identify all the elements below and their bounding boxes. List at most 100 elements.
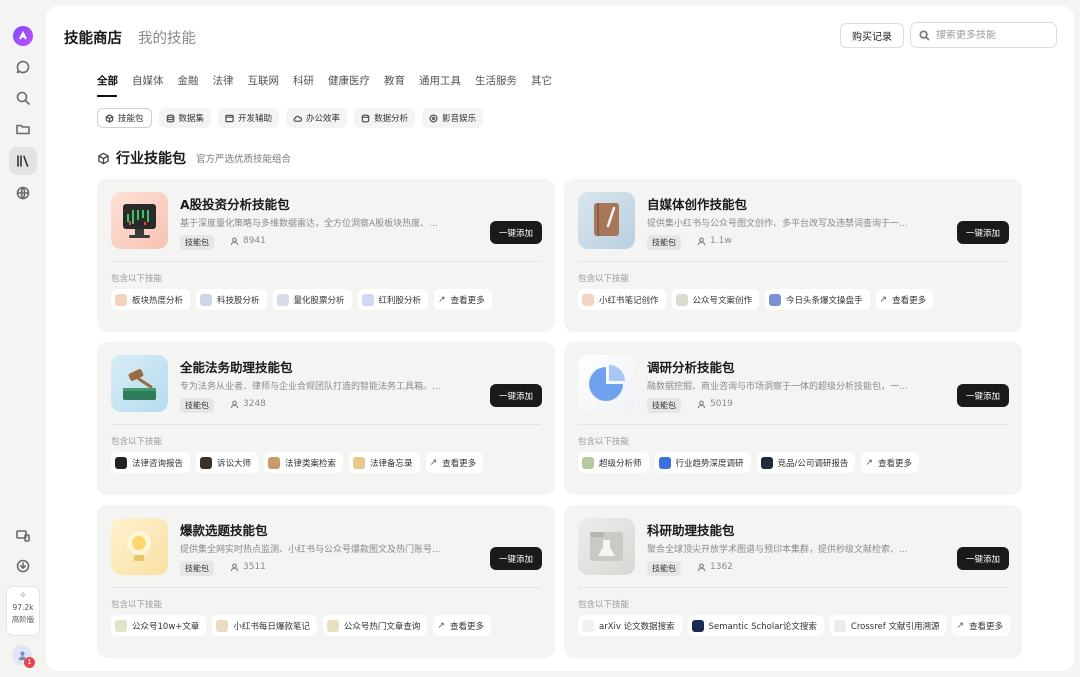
hot-note-icon bbox=[216, 619, 229, 632]
tab-education[interactable]: 教育 bbox=[377, 74, 412, 96]
skill-chip[interactable]: 法律备忘录 bbox=[349, 452, 420, 473]
includes-label: 包含以下技能 bbox=[111, 274, 163, 284]
card-title: 科研助理技能包 bbox=[647, 523, 735, 538]
view-more-link[interactable]: ↗ 查看更多 bbox=[425, 452, 484, 473]
skill-pack-card[interactable]: 爆款选题技能包 提供集全网实时热点监测、小红书与公众号爆款图文及热门账号... … bbox=[97, 505, 555, 658]
chip-analytics[interactable]: 数据分析 bbox=[354, 108, 416, 128]
includes-label: 包含以下技能 bbox=[578, 274, 630, 284]
purchase-records-button[interactable]: 购买记录 bbox=[840, 23, 904, 48]
view-more-link[interactable]: ↗ 查看更多 bbox=[434, 289, 492, 310]
skill-list: arXiv 论文数据搜索 Semantic Scholar论文搜索 Crossr… bbox=[578, 615, 1011, 636]
tab-other[interactable]: 其它 bbox=[524, 74, 559, 96]
skill-chip[interactable]: 红利股分析 bbox=[357, 289, 429, 310]
library-icon[interactable] bbox=[9, 147, 37, 175]
skill-chip[interactable]: 超级分析师 bbox=[578, 452, 649, 473]
cloud-icon bbox=[293, 115, 303, 122]
chat-icon[interactable] bbox=[9, 53, 37, 81]
chip-dev[interactable]: 开发辅助 bbox=[218, 108, 280, 128]
category-tabs: 全部 自媒体 金融 法律 互联网 科研 健康医疗 教育 通用工具 生活服务 其它 bbox=[97, 74, 559, 96]
folder-icon[interactable] bbox=[9, 115, 37, 143]
skill-chip[interactable]: 公众号10w+文章 bbox=[111, 615, 207, 636]
add-button[interactable]: 一键添加 bbox=[957, 221, 1009, 244]
crossref-icon bbox=[833, 619, 846, 632]
query-icon bbox=[326, 619, 339, 632]
chip-dataset[interactable]: 数据集 bbox=[158, 108, 212, 128]
devices-icon[interactable] bbox=[9, 522, 37, 550]
skill-list: 法律咨询报告 诉讼大师 法律类案检索 法律备忘录 ↗ 查看更多 bbox=[111, 452, 484, 473]
view-more-link[interactable]: ↗ 查看更多 bbox=[875, 289, 934, 310]
arrow-up-right-icon: ↗ bbox=[437, 620, 445, 631]
tab-my-skills[interactable]: 我的技能 bbox=[138, 27, 196, 48]
coin-icon bbox=[361, 293, 374, 306]
add-button[interactable]: 一键添加 bbox=[490, 547, 542, 570]
points-widget[interactable]: ✧ 97.2k 高阶版 bbox=[6, 586, 40, 636]
add-button[interactable]: 一键添加 bbox=[490, 384, 542, 407]
skill-pack-card[interactable]: 调研分析技能包 融数据挖掘、商业咨询与市场洞察于一体的超级分析技能包，一... … bbox=[564, 342, 1022, 495]
skill-chip[interactable]: 量化股票分析 bbox=[272, 289, 352, 310]
skill-chip[interactable]: 法律咨询报告 bbox=[111, 452, 191, 473]
tab-internet[interactable]: 互联网 bbox=[241, 74, 287, 96]
type-tag: 技能包 bbox=[647, 235, 681, 250]
tab-tools[interactable]: 通用工具 bbox=[412, 74, 468, 96]
app-logo[interactable] bbox=[13, 26, 33, 46]
gavel-thumbnail bbox=[111, 355, 168, 412]
skill-chip[interactable]: 竞品/公司调研报告 bbox=[756, 452, 856, 473]
arrow-up-right-icon: ↗ bbox=[438, 294, 446, 305]
skill-chip[interactable]: 行业趋势深度调研 bbox=[654, 452, 751, 473]
tab-health[interactable]: 健康医疗 bbox=[321, 74, 377, 96]
skill-pack-card[interactable]: 自媒体创作技能包 提供集小红书与公众号图文创作、多平台改写及违禁词查询于一...… bbox=[564, 179, 1022, 332]
skill-chip[interactable]: Semantic Scholar论文搜索 bbox=[687, 615, 824, 636]
divider bbox=[111, 424, 541, 425]
add-button[interactable]: 一键添加 bbox=[957, 547, 1009, 570]
skill-chip[interactable]: 诉讼大师 bbox=[196, 452, 259, 473]
arrow-up-right-icon: ↗ bbox=[865, 457, 873, 468]
card-description: 提供集小红书与公众号图文创作、多平台改写及违禁词查询于一... bbox=[647, 219, 908, 229]
view-more-link[interactable]: ↗ 查看更多 bbox=[861, 452, 919, 473]
tab-media[interactable]: 自媒体 bbox=[125, 74, 171, 96]
tab-all[interactable]: 全部 bbox=[97, 74, 125, 96]
chip-skill-pack[interactable]: 技能包 bbox=[97, 108, 152, 128]
type-tag: 技能包 bbox=[180, 235, 214, 250]
view-more-link[interactable]: ↗ 查看更多 bbox=[433, 615, 491, 636]
tab-life[interactable]: 生活服务 bbox=[468, 74, 524, 96]
add-button[interactable]: 一键添加 bbox=[957, 384, 1009, 407]
skill-chip[interactable]: 小红书每日爆款笔记 bbox=[212, 615, 317, 636]
terminal-icon bbox=[225, 114, 234, 122]
chip-office[interactable]: 办公效率 bbox=[286, 108, 348, 128]
trend-icon bbox=[658, 456, 671, 469]
view-more-link[interactable]: ↗ 查看更多 bbox=[952, 615, 1011, 636]
user-count: 5019 bbox=[697, 399, 733, 409]
skill-pack-card[interactable]: 科研助理技能包 聚合全球顶尖开放学术图谱与预印本集群，提供秒级文献检索、... … bbox=[564, 505, 1022, 658]
skill-chip[interactable]: 法律类案检索 bbox=[264, 452, 344, 473]
skill-pack-card[interactable]: 全能法务助理技能包 专为法务从业者、律师与企业合规团队打造的智能法务工具箱。..… bbox=[97, 342, 555, 495]
globe-icon[interactable] bbox=[9, 179, 37, 207]
user-icon bbox=[230, 237, 239, 245]
cube-icon bbox=[105, 113, 114, 123]
user-icon bbox=[230, 563, 239, 571]
user-icon bbox=[697, 237, 706, 245]
tab-research[interactable]: 科研 bbox=[286, 74, 321, 96]
download-icon[interactable] bbox=[9, 552, 37, 580]
skill-chip[interactable]: arXiv 论文数据搜索 bbox=[578, 615, 682, 636]
chip-media[interactable]: 影音娱乐 bbox=[422, 108, 484, 128]
skill-pack-card[interactable]: A股投资分析技能包 基于深度量化策略与多维数据雷达，全方位洞察A股板块热度、..… bbox=[97, 179, 555, 332]
search-box[interactable] bbox=[910, 22, 1057, 48]
search-icon[interactable] bbox=[9, 84, 37, 112]
skill-list: 板块热度分析 科技股分析 量化股票分析 红利股分析 ↗ 查看更多 bbox=[111, 289, 492, 310]
skill-chip[interactable]: 公众号文案创作 bbox=[671, 289, 760, 310]
card-title: 爆款选题技能包 bbox=[180, 523, 268, 538]
add-button[interactable]: 一键添加 bbox=[490, 221, 542, 244]
search-input[interactable] bbox=[936, 29, 1046, 41]
tab-finance[interactable]: 金融 bbox=[171, 74, 206, 96]
points-tier: 高阶版 bbox=[11, 615, 35, 624]
skill-chip[interactable]: 小红书笔记创作 bbox=[578, 289, 666, 310]
skill-chip[interactable]: 公众号热门文章查询 bbox=[322, 615, 428, 636]
company-icon bbox=[760, 456, 773, 469]
skill-chip[interactable]: 板块热度分析 bbox=[111, 289, 191, 310]
skill-chip[interactable]: 科技股分析 bbox=[196, 289, 267, 310]
tab-law[interactable]: 法律 bbox=[206, 74, 241, 96]
skill-chip[interactable]: 今日头条爆文操盘手 bbox=[765, 289, 870, 310]
skill-chip[interactable]: Crossref 文献引用溯源 bbox=[829, 615, 947, 636]
tab-skill-store[interactable]: 技能商店 bbox=[64, 27, 122, 48]
section-title: 行业技能包 bbox=[116, 151, 186, 167]
